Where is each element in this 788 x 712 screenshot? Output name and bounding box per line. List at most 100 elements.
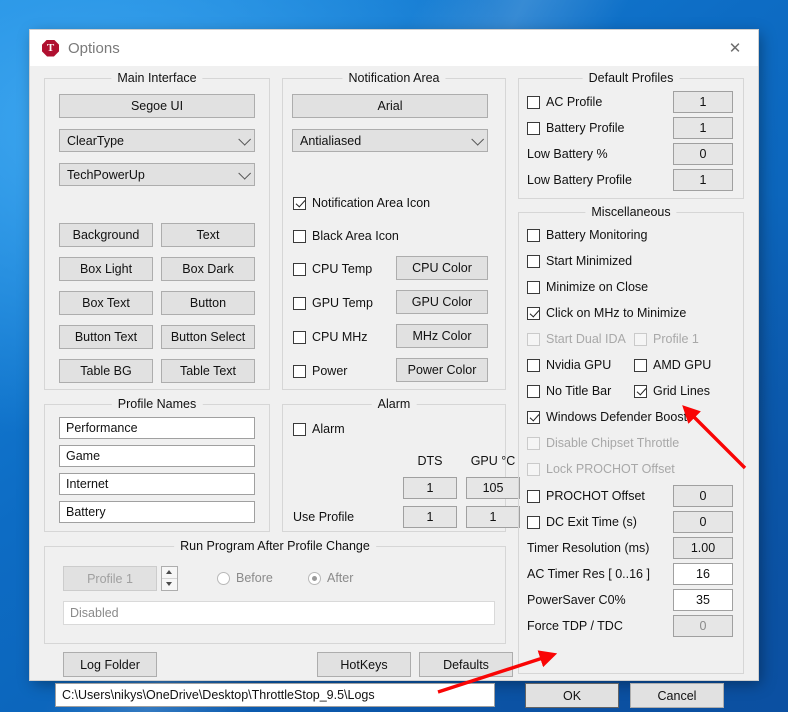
checkbox-box [634,384,647,398]
cpu-color-button[interactable]: CPU Color [396,256,488,280]
checkbox-start-minimized[interactable]: Start Minimized [527,254,632,268]
checkbox-box [293,196,306,210]
gpu-color-button[interactable]: GPU Color [396,290,488,314]
checkbox-box [293,422,306,436]
dc-exit-time-input[interactable]: 0 [673,511,733,533]
spinner-down-icon[interactable] [162,579,177,591]
checkbox-nvidia-gpu[interactable]: Nvidia GPU [527,358,611,372]
low-battery-profile-input[interactable]: 1 [673,169,733,191]
ac-profile-input[interactable]: 1 [673,91,733,113]
color-button-box-light[interactable]: Box Light [59,257,153,281]
checkbox-box [527,489,540,503]
color-button-background[interactable]: Background [59,223,153,247]
checkbox-disable-chipset-throttle: Disable Chipset Throttle [527,436,679,450]
notification-font-button[interactable]: Arial [292,94,488,118]
color-button-box-dark[interactable]: Box Dark [161,257,255,281]
run-program-profile-spinner[interactable] [161,566,178,591]
radio-before[interactable]: Before [217,571,273,585]
timer-resolution-input[interactable]: 1.00 [673,537,733,559]
low-battery-percent-label: Low Battery % [527,147,608,161]
alarm-gpu-profile-input[interactable]: 1 [466,506,520,528]
color-button-button[interactable]: Button [161,291,255,315]
checkbox-label: No Title Bar [546,384,612,398]
ok-button[interactable]: OK [525,683,619,708]
checkbox-ac-profile[interactable]: AC Profile [527,95,602,109]
alarm-dts-input[interactable]: 1 [403,477,457,499]
checkbox-black-area-icon[interactable]: Black Area Icon [293,229,399,243]
profile-name-input-4[interactable]: Battery [59,501,255,523]
group-legend-miscellaneous: Miscellaneous [585,205,677,219]
checkbox-label: CPU Temp [312,262,373,276]
low-battery-percent-input[interactable]: 0 [673,143,733,165]
main-font-button[interactable]: Segoe UI [59,94,255,118]
checkbox-lock-prochot-offset: Lock PROCHOT Offset [527,462,675,476]
checkbox-grid-lines[interactable]: Grid Lines [634,384,710,398]
log-path-input[interactable]: C:\Users\nikys\OneDrive\Desktop\Throttle… [55,683,495,707]
checkbox-notification-area-icon[interactable]: Notification Area Icon [293,196,430,210]
color-button-text[interactable]: Text [161,223,255,247]
color-button-table-text[interactable]: Table Text [161,359,255,383]
checkbox-gpu-temp[interactable]: GPU Temp [293,296,373,310]
checkbox-label: AMD GPU [653,358,712,372]
checkbox-profile-1: Profile 1 [634,332,699,346]
low-battery-profile-label: Low Battery Profile [527,173,632,187]
color-button-button-text[interactable]: Button Text [59,325,153,349]
checkbox-dc-exit-time[interactable]: DC Exit Time (s) [527,515,637,529]
radio-after[interactable]: After [308,571,353,585]
defaults-button[interactable]: Defaults [419,652,513,677]
group-legend-default-profiles: Default Profiles [582,71,680,85]
checkbox-prochot-offset[interactable]: PROCHOT Offset [527,489,645,503]
battery-profile-input[interactable]: 1 [673,117,733,139]
powersaver-c0-input[interactable]: 35 [673,589,733,611]
color-button-box-text[interactable]: Box Text [59,291,153,315]
checkbox-label: Click on MHz to Minimize [546,306,687,320]
checkbox-label: AC Profile [546,95,603,109]
prochot-offset-input[interactable]: 0 [673,485,733,507]
mhz-color-button[interactable]: MHz Color [396,324,488,348]
log-folder-button[interactable]: Log Folder [63,652,157,677]
ac-timer-res-input[interactable]: 16 [673,563,733,585]
options-window: T Options ✕ Main Interface Segoe UI Clea… [30,30,758,708]
main-theme-combo[interactable]: TechPowerUp [59,163,255,186]
hotkeys-button[interactable]: HotKeys [317,652,411,677]
color-button-table-bg[interactable]: Table BG [59,359,153,383]
checkbox-battery-profile[interactable]: Battery Profile [527,121,625,135]
checkbox-cpu-temp[interactable]: CPU Temp [293,262,372,276]
checkbox-box [634,332,647,346]
alarm-gpu-input[interactable]: 105 [466,477,520,499]
main-rendering-combo[interactable]: ClearType [59,129,255,152]
checkbox-amd-gpu[interactable]: AMD GPU [634,358,711,372]
checkbox-minimize-on-close[interactable]: Minimize on Close [527,280,648,294]
color-button-button-select[interactable]: Button Select [161,325,255,349]
checkbox-alarm[interactable]: Alarm [293,422,345,436]
force-tdp-tdc-label: Force TDP / TDC [527,619,623,633]
checkbox-box [293,262,306,276]
force-tdp-tdc-input[interactable]: 0 [673,615,733,637]
profile-name-input-2[interactable]: Game [59,445,255,467]
cancel-button[interactable]: Cancel [630,683,724,708]
checkbox-no-title-bar[interactable]: No Title Bar [527,384,611,398]
checkbox-windows-defender-boost[interactable]: Windows Defender Boost [527,410,687,424]
powersaver-c0-label: PowerSaver C0% [527,593,626,607]
checkbox-label: Notification Area Icon [312,196,431,210]
checkbox-cpu-mhz[interactable]: CPU MHz [293,330,368,344]
radio-dot [217,571,230,585]
profile-name-input-3[interactable]: Internet [59,473,255,495]
profile-name-input-1[interactable]: Performance [59,417,255,439]
alarm-column-dts: DTS [417,454,443,468]
alarm-dts-profile-input[interactable]: 1 [403,506,457,528]
close-icon[interactable]: ✕ [712,30,758,66]
spinner-up-icon[interactable] [162,567,177,579]
checkbox-click-on-mhz-to-minimize[interactable]: Click on MHz to Minimize [527,306,686,320]
checkbox-battery-monitoring[interactable]: Battery Monitoring [527,228,647,242]
window-title-bar: T Options ✕ [30,30,758,66]
checkbox-box [293,364,306,378]
checkbox-power[interactable]: Power [293,364,347,378]
run-program-path-input[interactable]: Disabled [63,601,495,625]
power-color-button[interactable]: Power Color [396,358,488,382]
notification-rendering-combo[interactable]: Antialiased [292,129,488,152]
checkbox-box [527,228,540,242]
checkbox-label: Windows Defender Boost [546,410,688,424]
radio-label: Before [236,571,273,585]
window-title: Options [68,39,120,57]
